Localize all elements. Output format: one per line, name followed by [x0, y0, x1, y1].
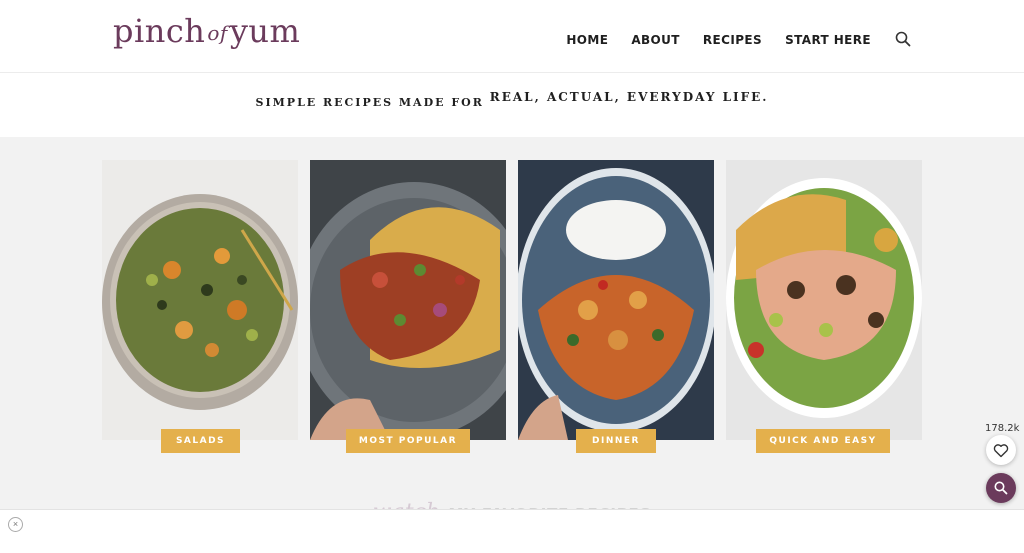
floating-search-button[interactable] — [986, 473, 1016, 503]
nav-home[interactable]: HOME — [566, 33, 608, 47]
tagline-band: SIMPLE RECIPES MADE FOR REAL, ACTUAL, EV… — [0, 73, 1024, 137]
card-image-salads[interactable] — [102, 160, 298, 440]
category-badge-dinner[interactable]: DINNER — [576, 429, 656, 453]
site-logo[interactable]: pinch ofyum — [113, 12, 300, 50]
tagline: SIMPLE RECIPES MADE FOR REAL, ACTUAL, EV… — [0, 90, 1024, 109]
heart-icon[interactable] — [986, 435, 1016, 465]
search-icon[interactable] — [895, 31, 911, 47]
nav-about[interactable]: ABOUT — [631, 33, 680, 47]
logo-text-yum: yum — [229, 12, 301, 50]
logo-text-of: of — [207, 21, 228, 45]
logo-text-pinch: pinch — [113, 12, 206, 50]
category-badge-most-popular[interactable]: MOST POPULAR — [346, 429, 470, 453]
main-nav: HOME ABOUT RECIPES START HERE — [543, 31, 911, 48]
close-icon[interactable]: × — [8, 517, 23, 532]
tagline-part1: SIMPLE RECIPES MADE FOR — [255, 96, 484, 109]
card-image-most-popular[interactable] — [310, 160, 506, 440]
site-header: pinch ofyum HOME ABOUT RECIPES START HERE — [0, 0, 1024, 73]
save-count: 178.2k — [985, 423, 1020, 434]
category-badge-quick-and-easy[interactable]: QUICK AND EASY — [756, 429, 890, 453]
nav-recipes[interactable]: RECIPES — [703, 33, 762, 47]
category-badge-salads[interactable]: SALADS — [161, 429, 240, 453]
tagline-part2: REAL, ACTUAL, EVERYDAY LIFE. — [489, 90, 769, 104]
search-icon — [994, 481, 1008, 495]
card-image-dinner[interactable] — [518, 160, 714, 440]
bottom-ad-bar — [0, 509, 1024, 553]
card-image-quick-and-easy[interactable] — [726, 160, 922, 440]
nav-start-here[interactable]: START HERE — [785, 33, 871, 47]
